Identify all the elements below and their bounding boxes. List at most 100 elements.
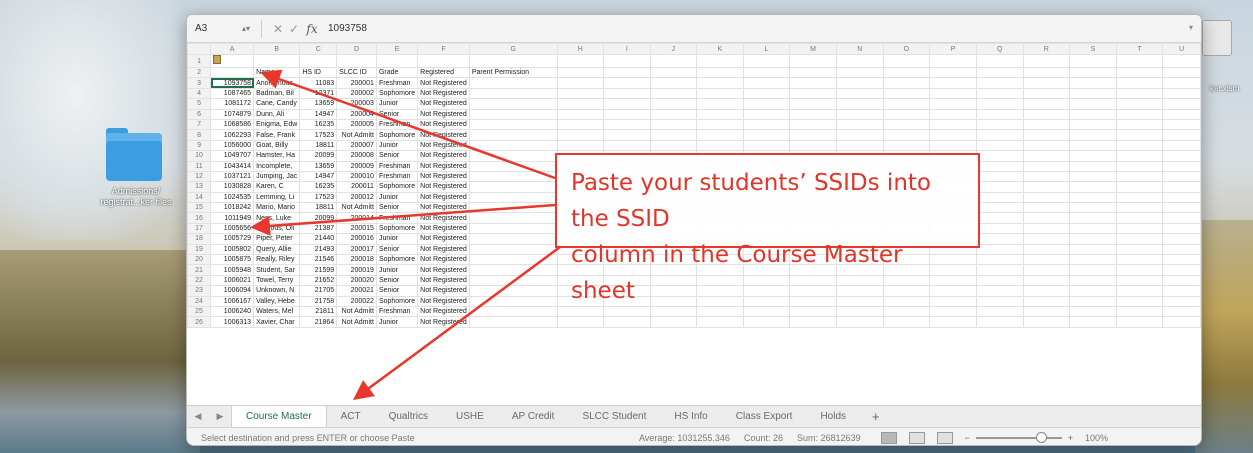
cell[interactable]: Not Registered [417, 202, 470, 214]
cell[interactable]: Senior [375, 274, 419, 287]
cell[interactable] [882, 87, 931, 100]
cell[interactable] [1069, 274, 1117, 287]
cell[interactable] [649, 77, 698, 89]
tab-slcc-student[interactable]: SLCC Student [568, 406, 660, 428]
cell[interactable] [1069, 264, 1117, 276]
tab-course-master[interactable]: Course Master [231, 405, 327, 428]
column-header-R[interactable]: R [1022, 43, 1071, 55]
cell[interactable] [1022, 54, 1071, 68]
column-header-U[interactable]: U [1162, 43, 1201, 55]
cell[interactable] [835, 77, 884, 89]
cell[interactable] [1022, 222, 1071, 235]
cell[interactable]: 1068586 [210, 118, 255, 131]
cell[interactable]: 1011949 [210, 212, 255, 224]
cell[interactable]: Freshman [375, 212, 419, 224]
cell[interactable]: Goat, Billy [253, 139, 301, 152]
cell[interactable] [835, 118, 884, 131]
cell[interactable] [696, 139, 744, 152]
cell[interactable] [649, 98, 698, 110]
cell[interactable]: 11083 [299, 77, 338, 89]
row-header[interactable]: 23 [187, 285, 212, 297]
cell[interactable]: 1056000 [210, 139, 255, 152]
cell[interactable] [1069, 316, 1117, 328]
cell[interactable] [929, 66, 977, 79]
cell[interactable] [468, 233, 558, 245]
cell[interactable] [742, 139, 791, 152]
cell[interactable] [975, 54, 1024, 68]
cell[interactable]: 200003 [336, 98, 377, 110]
cell[interactable] [882, 118, 931, 131]
cell[interactable] [1115, 129, 1164, 141]
cell[interactable] [556, 87, 605, 100]
cell[interactable] [556, 129, 605, 141]
cell[interactable]: 16235 [299, 118, 338, 131]
cell[interactable] [1162, 77, 1201, 89]
cell[interactable] [1022, 316, 1071, 328]
cell[interactable] [882, 77, 931, 89]
cell[interactable] [468, 150, 558, 162]
column-header-H[interactable]: H [556, 43, 605, 55]
cell[interactable] [253, 54, 301, 68]
cell[interactable]: Not Registered [417, 160, 470, 172]
cell[interactable]: 200017 [336, 243, 377, 256]
cell[interactable]: Not Registered [417, 181, 470, 193]
cell[interactable] [468, 243, 558, 256]
cell[interactable] [1022, 77, 1071, 89]
cell[interactable]: 1006021 [210, 274, 255, 287]
cell[interactable] [1115, 66, 1164, 79]
add-sheet-button[interactable]: + [860, 409, 892, 424]
cell[interactable]: Freshman [375, 160, 419, 172]
cell[interactable]: Not Registered [417, 233, 470, 245]
row-header[interactable]: 14 [187, 191, 212, 204]
cell[interactable] [1069, 98, 1117, 110]
cell[interactable] [1115, 191, 1164, 204]
formula-input[interactable]: 1093758 [328, 23, 367, 34]
cell[interactable] [975, 222, 1024, 235]
cell[interactable] [1022, 108, 1071, 120]
cell[interactable] [882, 108, 931, 120]
cell[interactable]: Not Admitt [336, 316, 377, 328]
cell[interactable]: Karen, C [253, 181, 301, 193]
cell[interactable]: Xavier, Char [253, 316, 301, 328]
cell[interactable]: 1005875 [210, 254, 255, 266]
cell[interactable] [696, 316, 744, 328]
cell[interactable] [649, 108, 698, 120]
cell[interactable]: Senior [375, 108, 419, 120]
cell[interactable] [1022, 160, 1071, 172]
cell[interactable]: Senior [375, 150, 419, 162]
column-header-B[interactable]: B [253, 43, 301, 55]
cell[interactable] [1022, 202, 1071, 214]
cell[interactable]: 200002 [336, 87, 377, 100]
row-header[interactable]: 19 [187, 243, 212, 256]
cell[interactable] [1162, 139, 1201, 152]
cell[interactable]: 1005656 [210, 222, 255, 235]
cell[interactable]: 1006240 [210, 305, 255, 318]
cell[interactable] [1022, 233, 1071, 245]
cell[interactable] [975, 98, 1024, 110]
cell[interactable] [1069, 202, 1117, 214]
row-header[interactable]: 8 [187, 129, 212, 141]
cell[interactable] [975, 77, 1024, 89]
cell[interactable]: Senior [375, 285, 419, 297]
row-header[interactable]: 13 [187, 181, 212, 193]
cell[interactable] [603, 54, 651, 68]
tab-ap-credit[interactable]: AP Credit [498, 406, 569, 428]
cell[interactable] [975, 274, 1024, 287]
cell[interactable]: Not Registered [417, 139, 470, 152]
cell[interactable]: Incomplete, [253, 160, 301, 172]
cell[interactable]: Not Registered [417, 222, 470, 235]
cell[interactable] [556, 98, 605, 110]
cell[interactable] [789, 54, 837, 68]
cell[interactable] [556, 139, 605, 152]
cell[interactable] [1162, 274, 1201, 287]
cell[interactable] [1115, 54, 1164, 68]
cell[interactable] [556, 118, 605, 131]
cell[interactable]: Not Registered [417, 316, 470, 328]
cell[interactable] [1069, 150, 1117, 162]
cell[interactable]: 200011 [336, 181, 377, 193]
column-header-K[interactable]: K [696, 43, 744, 55]
cell[interactable]: 17523 [299, 129, 338, 141]
cell[interactable]: Not Admitt [336, 129, 377, 141]
cell[interactable] [1162, 87, 1201, 100]
cell[interactable]: 14947 [299, 108, 338, 120]
